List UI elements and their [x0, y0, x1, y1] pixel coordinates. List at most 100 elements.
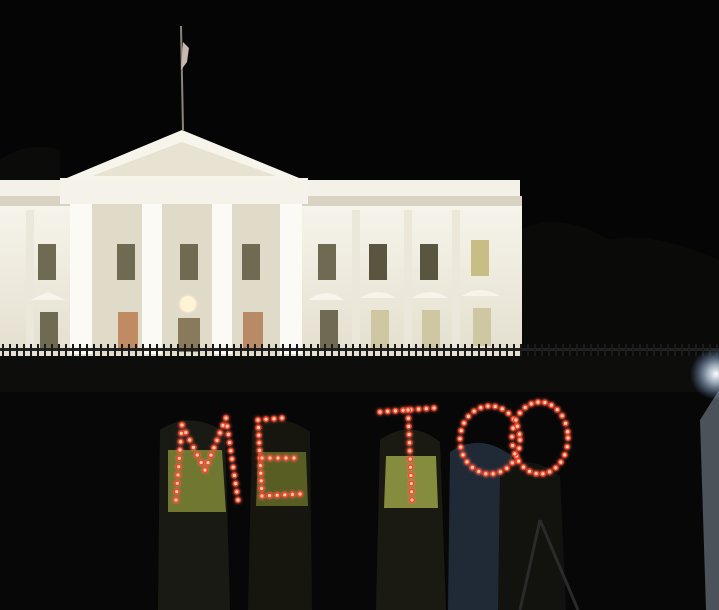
- sign-bulb: [464, 458, 471, 465]
- sign-bulb: [263, 416, 270, 423]
- sign-bulb: [283, 455, 290, 462]
- sign-bulb: [297, 491, 304, 498]
- sign-bulb: [407, 464, 414, 471]
- sign-bulb: [457, 444, 464, 451]
- sign-bulb: [257, 470, 264, 477]
- sign-bulb: [255, 432, 262, 439]
- sign-bulb: [405, 415, 412, 422]
- sign-bulb: [505, 410, 512, 417]
- sign-bulb: [186, 437, 193, 444]
- sign-bulb: [565, 435, 572, 442]
- sign-bulb: [176, 455, 183, 462]
- sign-bulb: [289, 491, 296, 498]
- sign-bulb: [520, 464, 527, 471]
- sign-bulb: [173, 488, 180, 495]
- window-lit: [118, 312, 138, 348]
- sign-bulb: [266, 492, 273, 499]
- sign-bulb: [256, 439, 263, 446]
- sign-bulb: [176, 447, 183, 454]
- sign-bulb: [475, 468, 482, 475]
- sign-bulb: [256, 447, 263, 454]
- entrance-door: [178, 318, 200, 352]
- sign-bulb: [271, 415, 278, 422]
- window: [242, 244, 260, 280]
- window: [38, 244, 56, 280]
- sign-bulb: [509, 433, 516, 440]
- window: [473, 308, 491, 346]
- sign-bulb: [231, 472, 238, 479]
- sign-bulb: [415, 406, 422, 413]
- sign-bulb: [257, 462, 264, 469]
- sign-bulb: [222, 415, 229, 422]
- sign-bulb: [469, 464, 476, 471]
- sign-bulb: [548, 402, 555, 409]
- sign-bulb: [198, 459, 205, 466]
- sign-bulb: [177, 438, 184, 445]
- window: [420, 244, 438, 280]
- sign-bulb: [516, 431, 523, 438]
- sign-bulb: [516, 410, 523, 417]
- sign-bulb: [210, 444, 217, 451]
- sign-bulb: [406, 447, 413, 454]
- sign-bulb: [471, 408, 478, 415]
- window: [422, 310, 440, 348]
- sign-bulb: [559, 412, 566, 419]
- column: [212, 204, 232, 354]
- sign-bulb: [174, 472, 181, 479]
- sign-bulb: [535, 399, 542, 406]
- sign-bulb: [499, 405, 506, 412]
- sign-bulb: [227, 447, 234, 454]
- sign-bulb: [484, 403, 491, 410]
- window: [320, 310, 338, 348]
- pilaster: [26, 210, 34, 350]
- pilaster: [352, 210, 360, 350]
- sign-bulb: [511, 450, 518, 457]
- sign-bulb: [281, 491, 288, 498]
- sign-bulb: [512, 417, 519, 424]
- sign-bulb: [554, 406, 561, 413]
- column: [280, 204, 302, 354]
- sign-bulb: [384, 408, 391, 415]
- sign-bulb: [461, 420, 468, 427]
- sign-bulb: [230, 464, 237, 471]
- window: [180, 244, 198, 280]
- sign-bulb: [557, 459, 564, 466]
- sign-bulb: [409, 497, 416, 504]
- sign-bulb: [503, 465, 510, 472]
- sign-bulb: [228, 456, 235, 463]
- sign-bulb: [405, 407, 412, 414]
- sign-bulb: [258, 477, 265, 484]
- sign-bulb: [458, 427, 465, 434]
- sign-bulb: [258, 485, 265, 492]
- pilaster: [452, 210, 460, 350]
- window: [318, 244, 336, 280]
- sign-bulb: [564, 428, 571, 435]
- sign-bulb: [259, 493, 266, 500]
- window: [471, 240, 489, 276]
- sign-bulb: [194, 452, 201, 459]
- sign-bulb: [190, 444, 197, 451]
- sign-bulb: [234, 497, 241, 504]
- sign-bulb: [515, 458, 522, 465]
- sign-bulb: [517, 437, 524, 444]
- sign-bulb: [516, 445, 523, 452]
- pilaster: [404, 210, 412, 350]
- sign-bulb: [233, 488, 240, 495]
- sign-bulb: [254, 417, 261, 424]
- sign-bulb: [509, 459, 516, 466]
- column: [70, 204, 92, 354]
- sign-bulb: [406, 439, 413, 446]
- sign-bulb: [541, 399, 548, 406]
- sign-bulb: [400, 407, 407, 414]
- sign-bulb: [457, 435, 464, 442]
- night-photo-scene: [0, 0, 719, 610]
- sign-bulb: [539, 470, 546, 477]
- column: [142, 204, 162, 354]
- sign-bulb: [460, 451, 467, 458]
- sign-bulb: [564, 443, 571, 450]
- sign-bulb: [407, 456, 414, 463]
- sign-bulb: [201, 467, 208, 474]
- protester: [498, 462, 566, 610]
- sign-bulb: [407, 472, 414, 479]
- sign-bulb: [274, 492, 281, 499]
